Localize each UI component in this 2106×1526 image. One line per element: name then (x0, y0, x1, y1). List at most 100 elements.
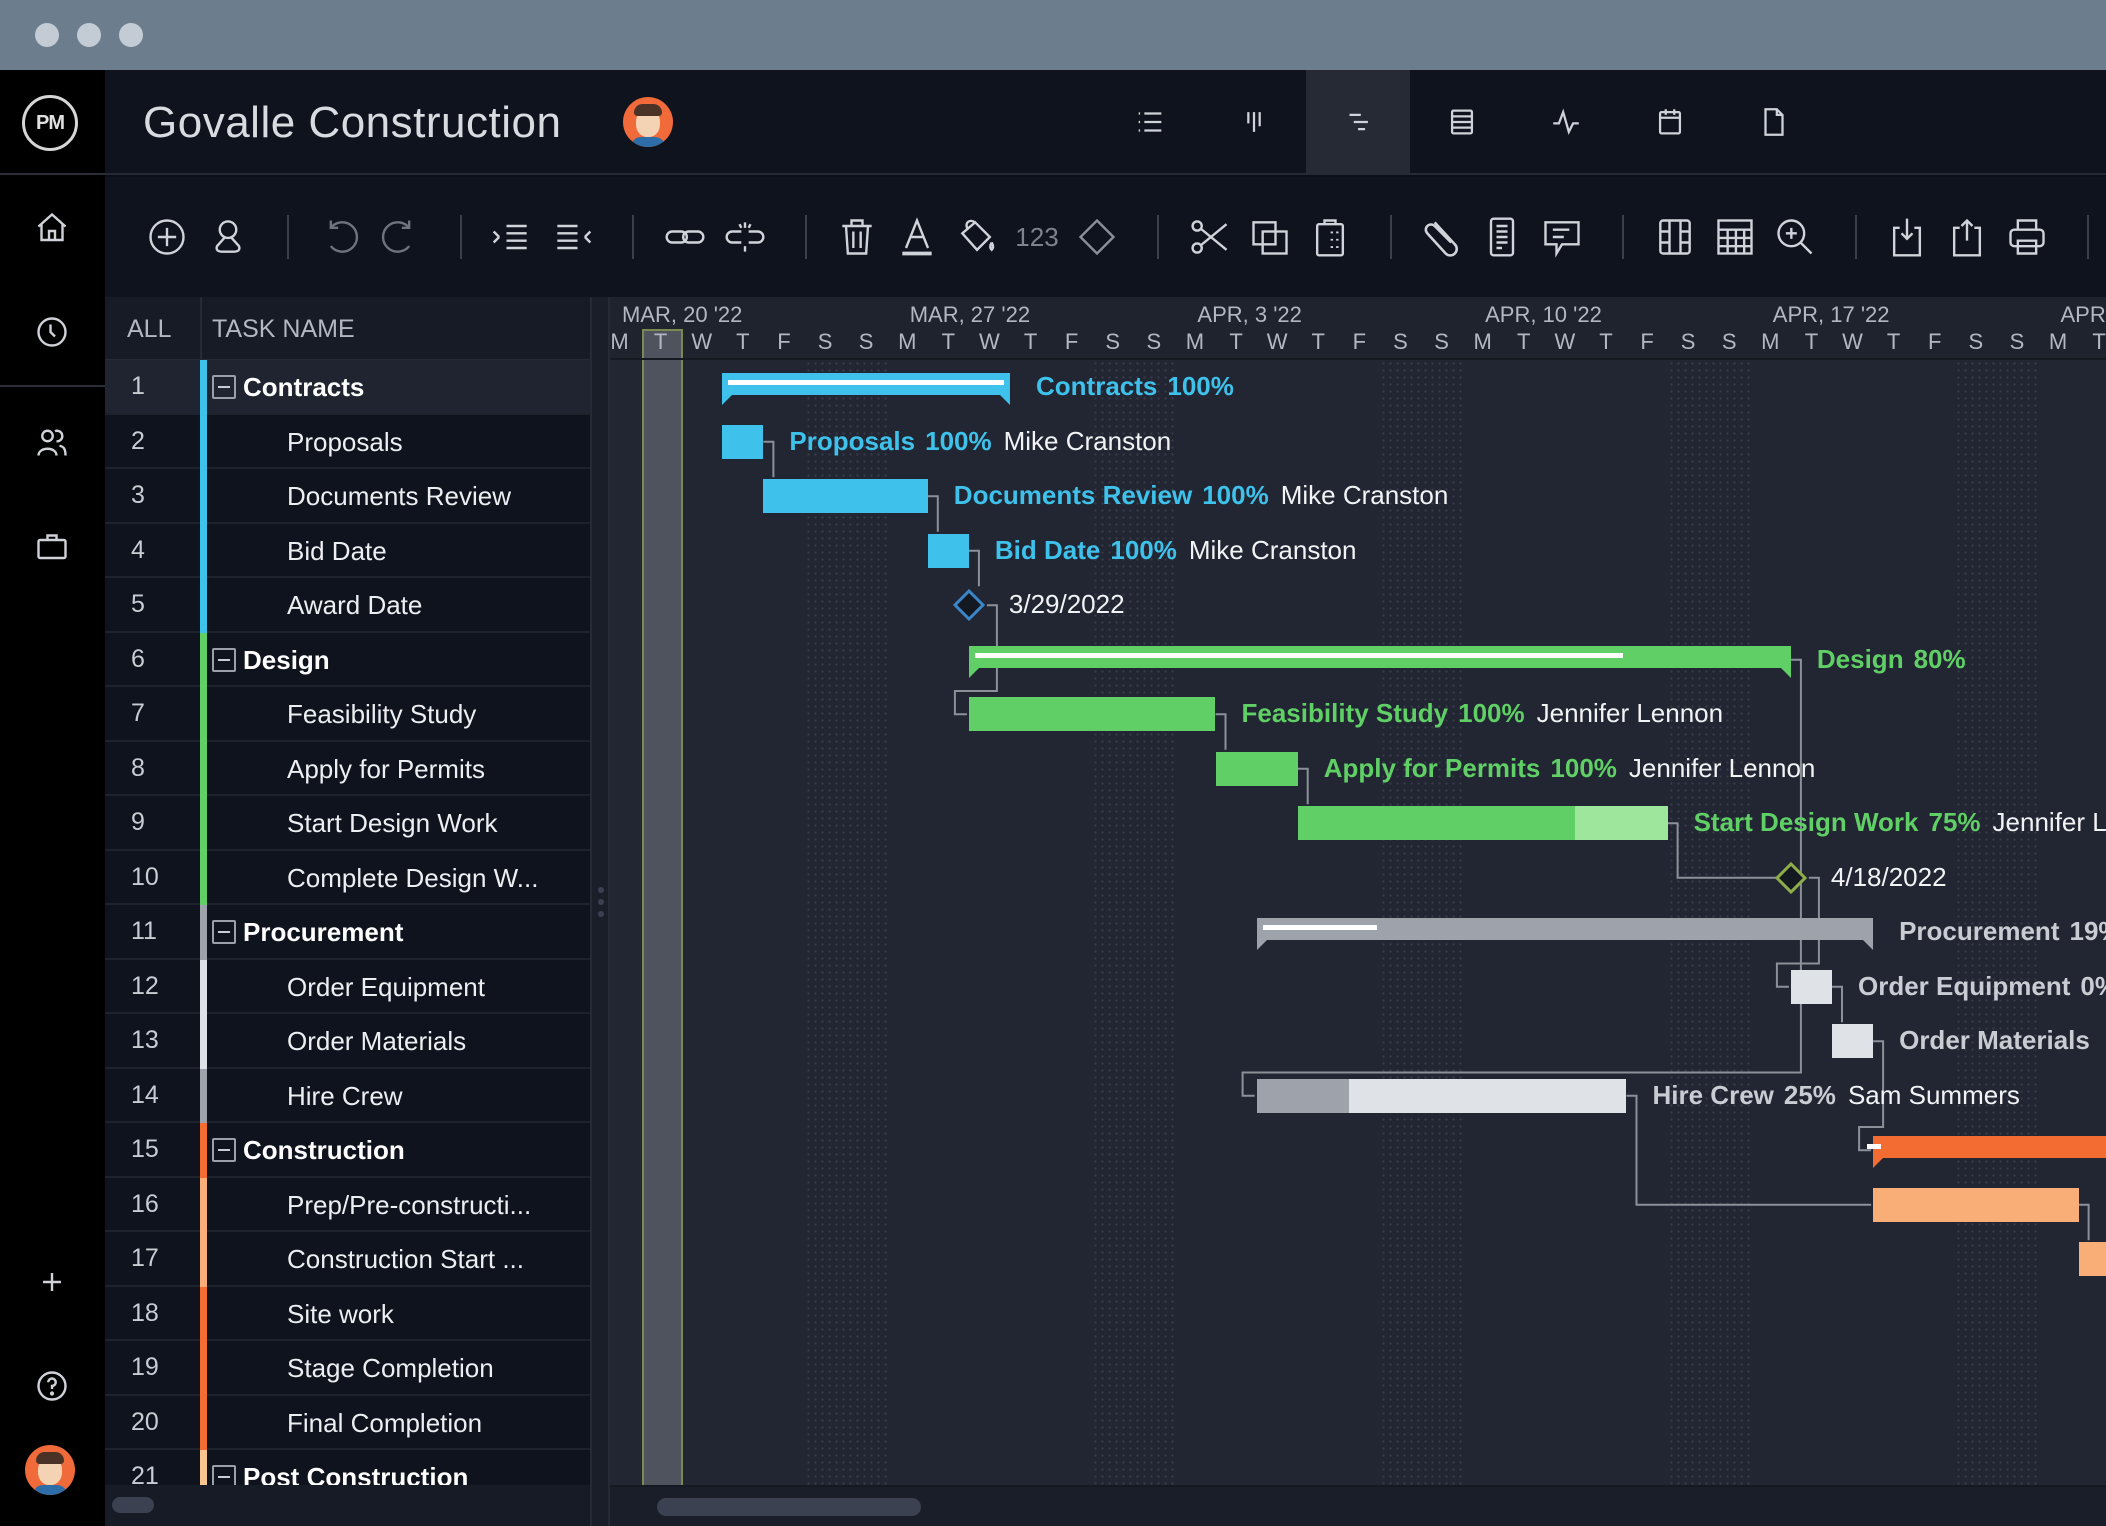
cut-button[interactable] (1185, 212, 1235, 262)
user-avatar[interactable] (25, 1445, 75, 1495)
task-bar[interactable] (1215, 751, 1298, 786)
milestone-button[interactable] (1072, 212, 1122, 262)
task-list-scrollbar[interactable] (105, 1485, 590, 1526)
text-color-button[interactable] (892, 212, 942, 262)
task-group-row[interactable]: 21 Post Construction (105, 1450, 590, 1485)
tab-gantt-view[interactable] (1306, 70, 1410, 173)
task-row[interactable]: 2 Proposals (105, 414, 590, 469)
gantt-scrollbar[interactable] (610, 1485, 2106, 1526)
task-name[interactable]: Design (243, 645, 330, 676)
task-name[interactable]: Stage Completion (287, 1353, 494, 1384)
tab-dashboard-view[interactable] (1514, 70, 1618, 173)
tab-sheet-view[interactable] (1410, 70, 1514, 173)
pane-splitter[interactable] (590, 297, 610, 1526)
window-close-button[interactable] (35, 23, 59, 47)
summary-bar[interactable] (1867, 1136, 2106, 1169)
task-name[interactable]: Start Design Work (287, 808, 497, 839)
task-bar[interactable] (1790, 969, 1832, 1004)
task-row[interactable]: 8 Apply for Permits (105, 741, 590, 796)
task-bar[interactable] (1297, 806, 1668, 841)
task-bar[interactable] (968, 697, 1216, 732)
outdent-button[interactable] (487, 212, 537, 262)
task-name-column-header[interactable]: TASK NAME (212, 315, 355, 344)
task-bar[interactable] (763, 479, 928, 514)
collapse-toggle-icon[interactable] (212, 647, 236, 672)
task-name[interactable]: Construction (243, 1135, 405, 1166)
print-button[interactable] (2002, 212, 2052, 262)
task-name[interactable]: Award Date (287, 590, 422, 621)
task-bar[interactable] (722, 424, 764, 459)
task-row[interactable]: 16 Prep/Pre-constructi... (105, 1177, 590, 1232)
task-name[interactable]: Feasibility Study (287, 699, 476, 730)
task-name[interactable]: Prep/Pre-constructi... (287, 1190, 531, 1221)
collapse-toggle-icon[interactable] (212, 1138, 236, 1162)
sidebar-item-portfolio[interactable] (32, 526, 72, 566)
add-task-button[interactable] (142, 212, 192, 262)
task-group-row[interactable]: 6 Design (105, 632, 590, 687)
task-group-row[interactable]: 11 Procurement (105, 905, 590, 960)
number-format-button[interactable]: 123 (1012, 212, 1062, 262)
sidebar-item-team[interactable] (32, 422, 72, 462)
link-button[interactable] (660, 212, 710, 262)
assign-user-button[interactable] (203, 212, 253, 262)
paste-button[interactable] (1305, 212, 1355, 262)
task-group-row[interactable]: 15 Construction (105, 1123, 590, 1178)
sidebar-item-time[interactable] (32, 312, 72, 352)
task-bar[interactable] (2078, 1242, 2106, 1277)
task-row[interactable]: 3 Documents Review (105, 469, 590, 524)
tab-board-view[interactable] (1202, 70, 1306, 173)
milestone-diamond[interactable] (952, 589, 986, 622)
sidebar-item-home[interactable] (32, 208, 72, 248)
task-name[interactable]: Hire Crew (287, 1081, 403, 1112)
task-name[interactable]: Site work (287, 1299, 394, 1330)
window-maximize-button[interactable] (119, 23, 143, 47)
attach-button[interactable] (1417, 212, 1467, 262)
scrollbar-thumb[interactable] (657, 1498, 921, 1516)
task-name[interactable]: Complete Design W... (287, 863, 538, 894)
task-group-row[interactable]: 1 Contracts (105, 360, 590, 415)
task-bar[interactable] (1873, 1187, 2079, 1222)
delete-button[interactable] (832, 212, 882, 262)
task-name[interactable]: Contracts (243, 372, 364, 403)
task-name[interactable]: Final Completion (287, 1408, 482, 1439)
export-button[interactable] (1942, 212, 1992, 262)
task-bar[interactable] (1256, 1078, 1627, 1113)
task-row[interactable]: 20 Final Completion (105, 1395, 590, 1450)
task-row[interactable]: 12 Order Equipment (105, 959, 590, 1014)
task-name[interactable]: Proposals (287, 427, 403, 458)
indent-button[interactable] (547, 212, 597, 262)
tab-calendar-view[interactable] (1618, 70, 1722, 173)
task-row[interactable]: 5 Award Date (105, 578, 590, 633)
summary-bar[interactable] (1256, 918, 1874, 951)
summary-bar[interactable] (968, 645, 1791, 678)
undo-button[interactable] (315, 212, 365, 262)
milestone-diamond[interactable] (1774, 861, 1808, 894)
grid-button[interactable] (1710, 212, 1760, 262)
project-owner-avatar[interactable] (623, 97, 673, 147)
unlink-button[interactable] (720, 212, 770, 262)
tab-reports-view[interactable] (1722, 70, 1826, 173)
task-name[interactable]: Construction Start ... (287, 1244, 524, 1275)
comment-button[interactable] (1537, 212, 1587, 262)
redo-button[interactable] (375, 212, 425, 262)
task-row[interactable]: 4 Bid Date (105, 523, 590, 578)
collapse-toggle-icon[interactable] (212, 920, 236, 944)
task-row[interactable]: 17 Construction Start ... (105, 1232, 590, 1287)
task-bar[interactable] (1832, 1024, 1874, 1059)
tab-list-view[interactable] (1098, 70, 1202, 173)
task-name[interactable]: Documents Review (287, 481, 511, 512)
sidebar-item-add[interactable] (32, 1262, 72, 1302)
zoom-button[interactable] (1770, 212, 1820, 262)
task-row[interactable]: 7 Feasibility Study (105, 687, 590, 742)
summary-bar[interactable] (722, 373, 1010, 406)
task-row[interactable]: 9 Start Design Work (105, 796, 590, 851)
copy-button[interactable] (1245, 212, 1295, 262)
task-row[interactable]: 14 Hire Crew (105, 1068, 590, 1123)
task-row[interactable]: 13 Order Materials (105, 1014, 590, 1069)
scrollbar-thumb[interactable] (112, 1497, 154, 1513)
select-all-column-header[interactable]: ALL (127, 315, 171, 344)
task-row[interactable]: 18 Site work (105, 1286, 590, 1341)
pm-logo[interactable]: PM (22, 95, 78, 151)
task-name[interactable]: Order Equipment (287, 972, 485, 1003)
task-bar[interactable] (927, 533, 969, 568)
